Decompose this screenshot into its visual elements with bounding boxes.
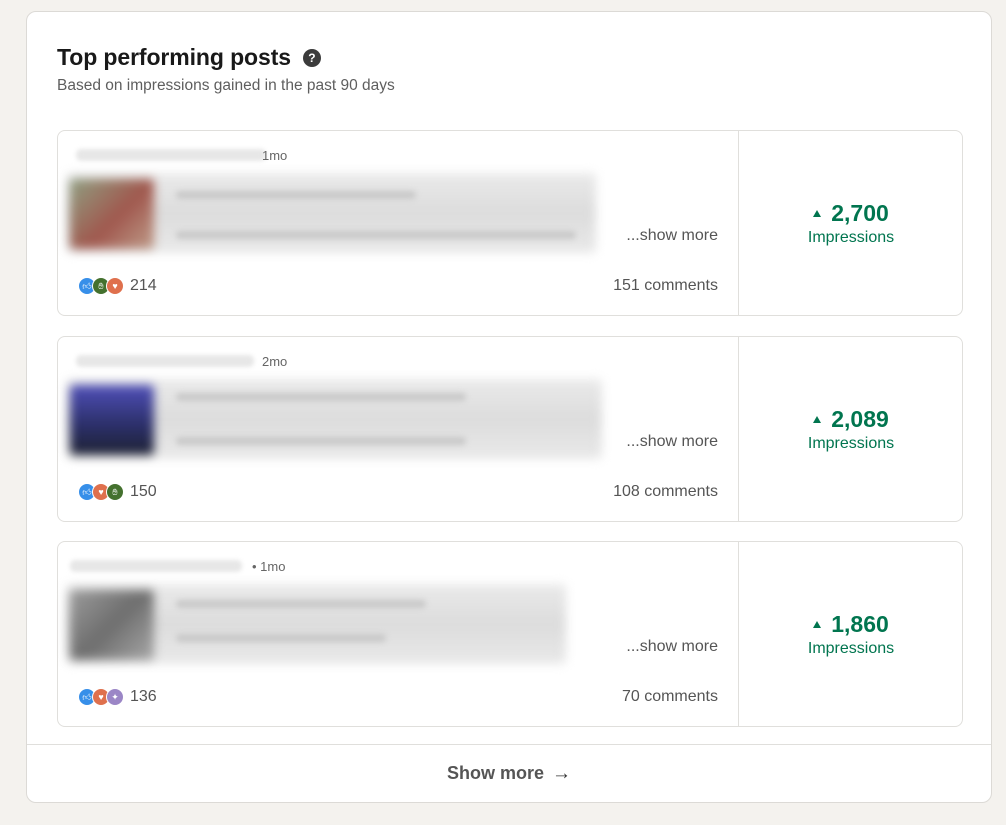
trend-up-icon [813,620,822,628]
reaction-count: 214 [130,277,157,294]
post-preview[interactable]: • 1mo ...show more 👍︎ ♥ ✦ 136 70 comment… [58,542,739,726]
impressions-value-row: 2,700 [813,200,889,227]
show-more-link[interactable]: ...show more [626,638,718,656]
post-item[interactable]: 2mo ...show more 👍︎ ♥ ✋︎ 150 108 comment… [57,336,963,522]
reactions-summary[interactable]: 👍︎ ♥ ✦ 136 [78,688,157,706]
top-posts-card: Top performing posts ? Based on impressi… [26,11,992,803]
impressions-value-row: 2,089 [813,406,889,433]
impressions-label: Impressions [807,434,895,452]
card-subtitle: Based on impressions gained in the past … [57,77,395,94]
post-preview[interactable]: 1mo ...show more 👍︎ ✋︎ ♥ 214 151 comment… [58,131,739,315]
impressions-label: Impressions [807,228,895,246]
post-time: • 1mo [252,559,286,574]
comments-count[interactable]: 70 comments [622,688,718,706]
love-icon: ♥ [106,277,124,295]
show-more-button[interactable]: Show more → [27,744,991,802]
post-thumbnail-blurred [70,385,154,455]
impressions-panel: 1,860 Impressions [738,542,964,726]
reaction-count: 136 [130,688,157,705]
show-more-link[interactable]: ...show more [626,227,718,245]
card-title: Top performing posts [57,44,291,70]
help-circle-icon[interactable]: ? [302,48,321,67]
blur-line [176,393,466,401]
post-time: 1mo [262,148,288,163]
impressions-value: 2,700 [831,199,889,226]
blur-line [176,437,466,445]
title-row: Top performing posts ? [57,44,395,71]
post-preview[interactable]: 2mo ...show more 👍︎ ♥ ✋︎ 150 108 comment… [58,337,739,521]
trend-up-icon [813,415,822,423]
post-item[interactable]: 1mo ...show more 👍︎ ✋︎ ♥ 214 151 comment… [57,130,963,316]
support-icon: ✦ [106,688,124,706]
post-time: 2mo [262,354,288,369]
post-item[interactable]: • 1mo ...show more 👍︎ ♥ ✦ 136 70 comment… [57,541,963,727]
post-thumbnail-blurred [70,179,154,249]
celebrate-icon: ✋︎ [106,483,124,501]
author-name-blurred [76,355,254,367]
card-header: Top performing posts ? Based on impressi… [57,44,395,95]
impressions-value: 1,860 [831,610,889,637]
show-more-link[interactable]: ...show more [626,433,718,451]
impressions-value: 2,089 [831,405,889,432]
show-more-label: Show more [446,763,544,783]
author-name-blurred [70,560,242,572]
reactions-summary[interactable]: 👍︎ ✋︎ ♥ 214 [78,277,157,295]
impressions-label: Impressions [807,639,895,657]
post-thumbnail-blurred [70,590,154,660]
reaction-count: 150 [130,483,157,500]
blur-line [176,600,426,608]
blur-line [176,231,576,239]
impressions-value-row: 1,860 [813,611,889,638]
reactions-summary[interactable]: 👍︎ ♥ ✋︎ 150 [78,483,157,501]
impressions-panel: 2,089 Impressions [738,337,964,521]
impressions-panel: 2,700 Impressions [738,131,964,315]
trend-up-icon [813,209,822,217]
blur-line [176,634,386,642]
blur-line [176,191,416,199]
comments-count[interactable]: 108 comments [613,483,718,501]
arrow-right-icon: → [552,762,571,784]
comments-count[interactable]: 151 comments [613,277,718,295]
author-name-blurred [76,149,266,161]
